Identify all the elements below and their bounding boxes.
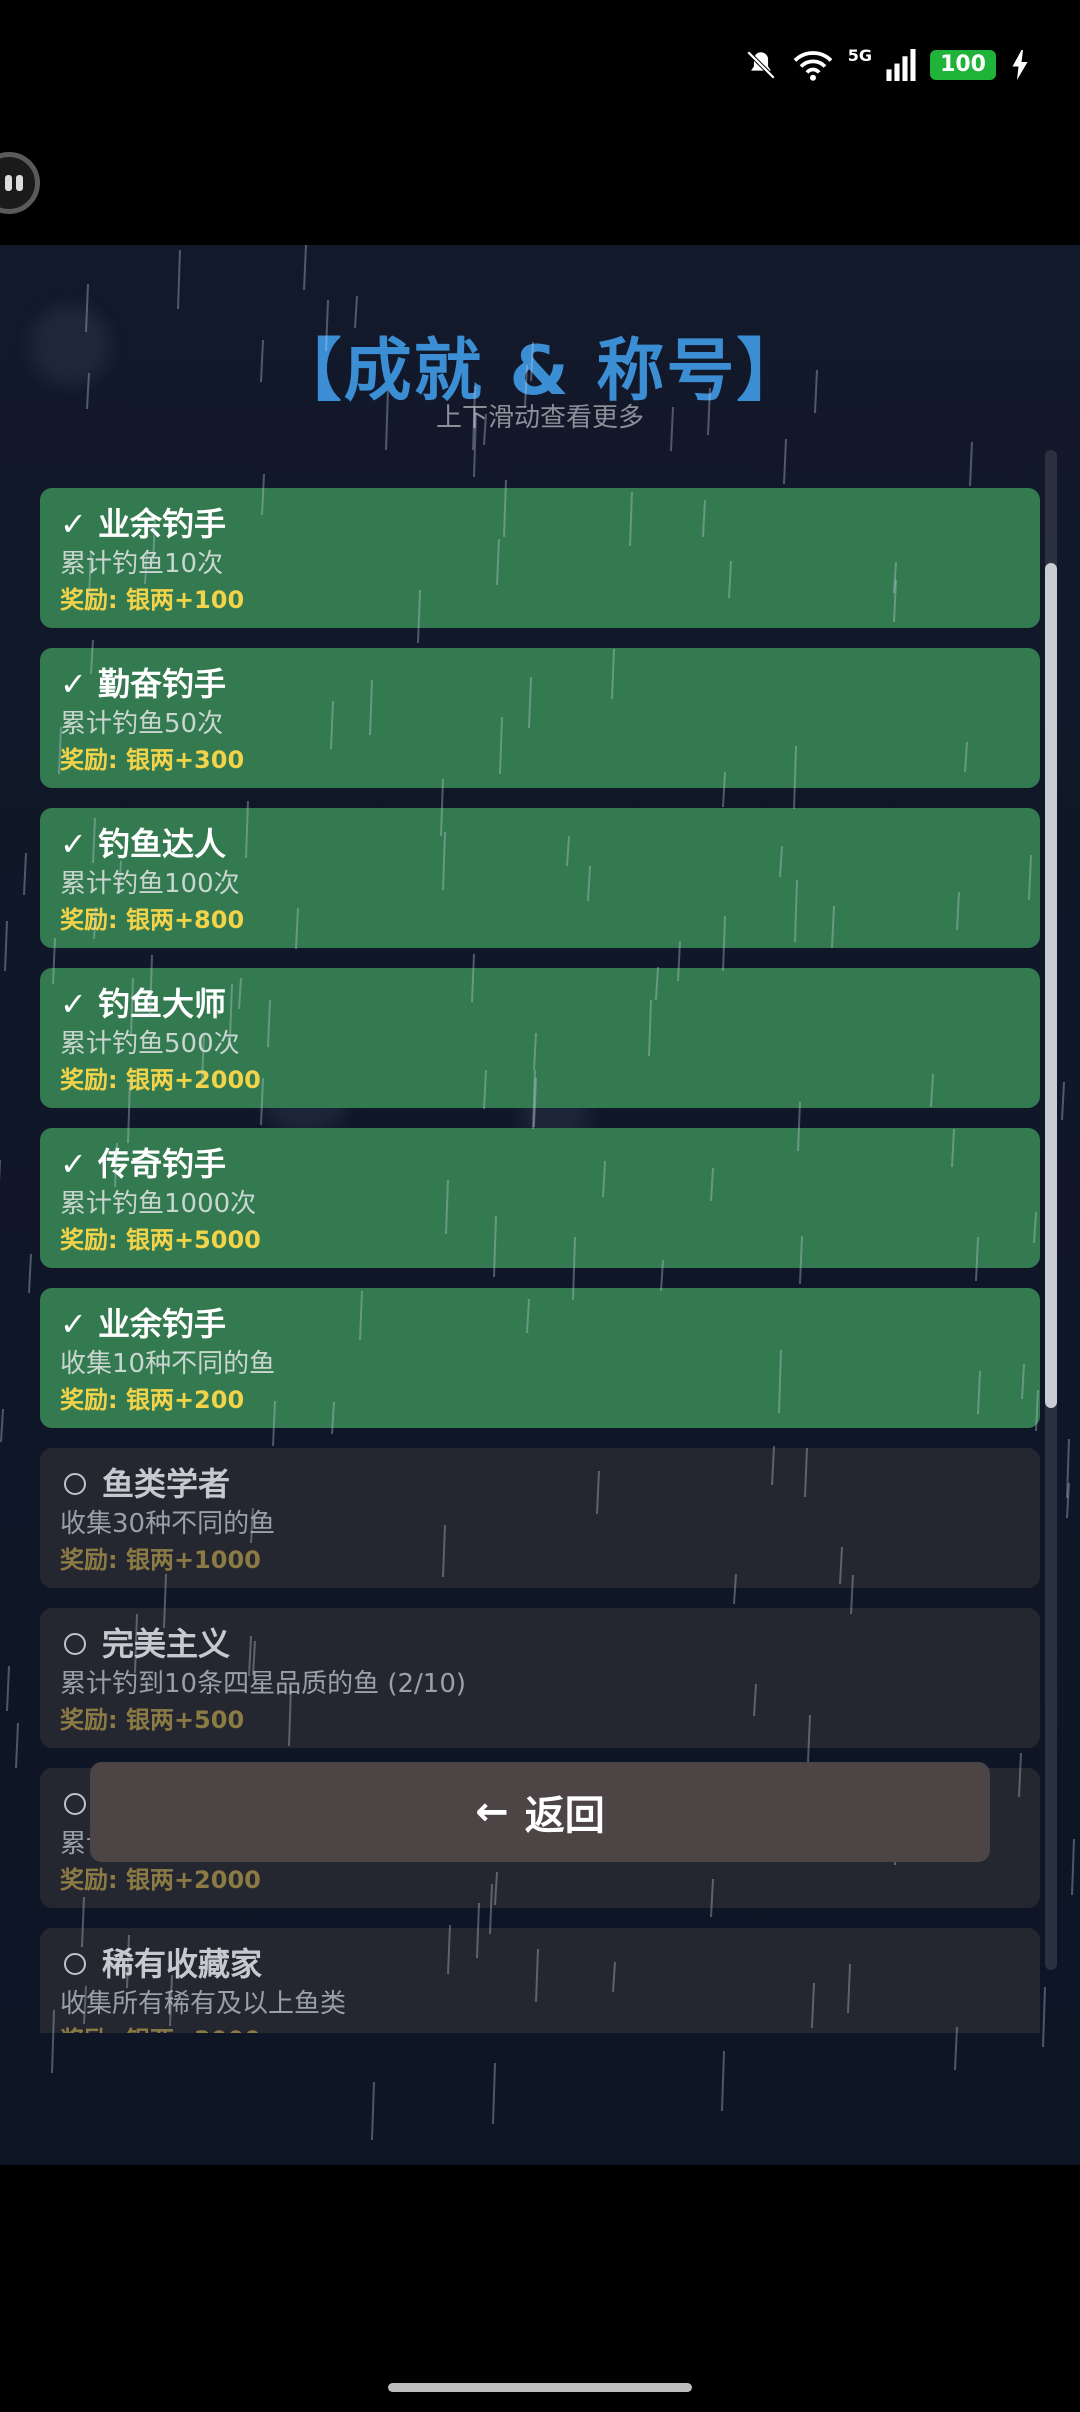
achievement-name: 传奇钓手: [98, 1145, 227, 1183]
achievement-name: 鱼类学者: [102, 1465, 231, 1503]
achievement-name-row: ✓ 勤奋钓手: [60, 662, 1020, 706]
charging-icon: [1012, 50, 1028, 80]
status-icons: 5G 100: [744, 45, 1030, 82]
check-icon: ✓: [60, 1305, 87, 1343]
signal-icon: [886, 49, 916, 81]
empty-circle-icon: [64, 1633, 86, 1655]
achievement-description: 收集10种不同的鱼: [60, 1349, 276, 1379]
achievement-reward: 奖励: 银两+3000: [60, 2022, 1020, 2033]
achievement-reward: 奖励: 银两+500: [60, 1706, 245, 1734]
back-arrow-icon: ←: [475, 1789, 509, 1835]
achievement-name: 稀有收藏家: [102, 1945, 263, 1983]
achievement-name-row: 稀有收藏家: [60, 1942, 1020, 1986]
battery-indicator: 100: [930, 50, 996, 80]
check-icon: ✓: [60, 505, 87, 543]
achievement-card[interactable]: ✓ 传奇钓手累计钓鱼1000次 奖励: 银两+5000: [40, 1128, 1040, 1268]
achievement-description: 累计钓到10条四星品质的鱼 (2/10): [60, 1669, 467, 1699]
achievement-description: 累计钓鱼100次: [60, 869, 240, 899]
scroll-hint: 上下滑动查看更多: [435, 403, 644, 433]
navigation-area: [0, 2165, 1080, 2412]
bell-muted-icon: [746, 50, 776, 80]
achievement-reward: 奖励: 银两+200: [60, 1386, 245, 1414]
achievement-reward: 奖励: 银两+2000: [60, 1066, 261, 1094]
achievement-name: 业余钓手: [98, 505, 227, 543]
achievement-description: 收集30种不同的鱼: [60, 1509, 276, 1539]
back-button[interactable]: ← 返回: [90, 1762, 990, 1862]
scrollbar-thumb[interactable]: [1045, 563, 1057, 1408]
empty-circle-icon: [64, 1953, 86, 1975]
achievement-name-row: ✓ 传奇钓手: [60, 1142, 1020, 1186]
achievement-name-row: ✓ 业余钓手: [60, 502, 1020, 546]
achievement-name-row: 完美主义: [60, 1622, 1020, 1666]
empty-circle-icon: [64, 1473, 86, 1495]
achievement-card[interactable]: 鱼类学者收集30种不同的鱼 奖励: 银两+1000: [40, 1448, 1040, 1588]
achievement-card[interactable]: ✓ 业余钓手收集10种不同的鱼 奖励: 银两+200: [40, 1288, 1040, 1428]
achievement-reward: 奖励: 银两+5000: [60, 1226, 261, 1254]
achievement-description: 累计钓鱼50次: [60, 709, 224, 739]
empty-circle-icon: [64, 1793, 86, 1815]
back-button-label: 返回: [524, 1793, 605, 1839]
achievement-name: 业余钓手: [98, 1305, 227, 1343]
achievement-name: 钓鱼达人: [98, 825, 227, 863]
achievement-name-row: 鱼类学者: [60, 1462, 1020, 1506]
status-bar: 5G 100: [0, 0, 1080, 140]
achievement-reward: 奖励: 银两+800: [60, 906, 245, 934]
achievement-name-row: ✓ 钓鱼大师: [60, 982, 1020, 1026]
check-icon: ✓: [60, 985, 87, 1023]
achievement-name-row: ✓ 业余钓手: [60, 1302, 1020, 1346]
achievement-description: 累计钓鱼10次: [60, 549, 224, 579]
achievement-reward: 奖励: 银两+100: [60, 586, 245, 614]
achievement-description: 收集所有稀有及以上鱼类: [60, 1989, 347, 2019]
achievement-card[interactable]: 稀有收藏家收集所有稀有及以上鱼类奖励: 银两+3000: [40, 1928, 1040, 2033]
achievement-card[interactable]: 完美主义累计钓到10条四星品质的鱼 (2/10) 奖励: 银两+500: [40, 1608, 1040, 1748]
home-indicator[interactable]: [388, 2383, 692, 2392]
wifi-icon: [793, 51, 833, 81]
achievement-name-row: ✓ 钓鱼达人: [60, 822, 1020, 866]
achievement-reward: 奖励: 银两+300: [60, 746, 245, 774]
network-type: 5G: [847, 45, 873, 65]
achievement-reward: 奖励: 银两+1000: [60, 1546, 261, 1574]
achievement-name: 钓鱼大师: [98, 985, 227, 1023]
achievement-description: 累计钓鱼1000次: [60, 1189, 257, 1219]
achievement-card[interactable]: ✓ 业余钓手累计钓鱼10次 奖励: 银两+100: [40, 488, 1040, 628]
achievements-panel: 【成就 & 称号】 上下滑动查看更多 ✓ 业余钓手 累计钓鱼10次 奖励: 银两+10…: [0, 245, 1080, 2165]
check-icon: ✓: [60, 1145, 87, 1183]
check-icon: ✓: [60, 825, 87, 863]
achievement-name: 勤奋钓手: [98, 665, 227, 703]
check-icon: ✓: [60, 665, 87, 703]
achievement-reward: 奖励: 银两+2000: [60, 1866, 261, 1894]
achievement-description: 累计钓鱼500次: [60, 1029, 240, 1059]
achievement-card[interactable]: ✓ 勤奋钓手累计钓鱼50次 奖励: 银两+300: [40, 648, 1040, 788]
achievement-card[interactable]: ✓ 钓鱼大师累计钓鱼500次 奖励: 银两+2000: [40, 968, 1040, 1108]
achievement-card[interactable]: ✓ 钓鱼达人累计钓鱼100次 奖励: 银两+800: [40, 808, 1040, 948]
achievement-name: 完美主义: [102, 1625, 231, 1663]
top-bar: [0, 140, 1080, 245]
